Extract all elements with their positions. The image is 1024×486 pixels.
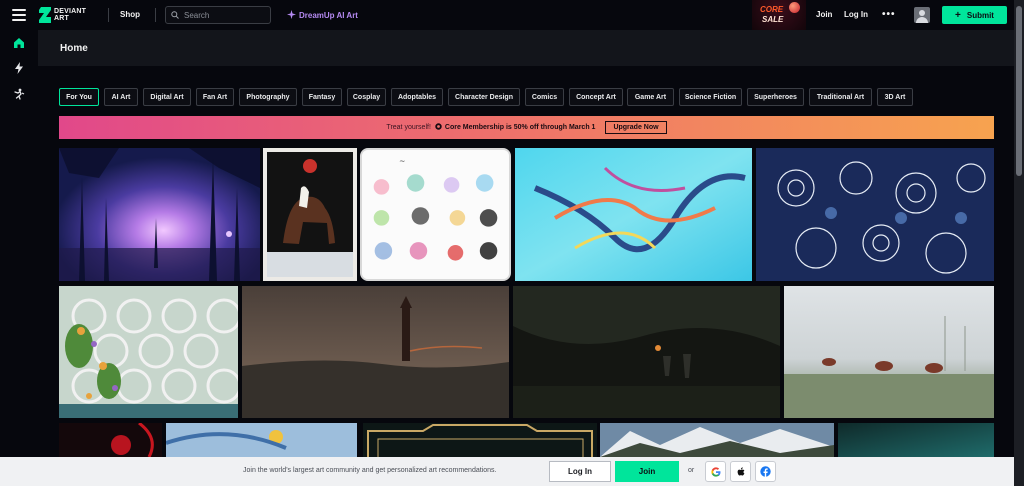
upgrade-now-button[interactable]: Upgrade Now: [605, 121, 667, 134]
category-pill-superheroes[interactable]: Superheroes: [747, 88, 804, 106]
banner-intro: Treat yourself!: [386, 124, 431, 131]
category-pill-ai-art[interactable]: AI Art: [104, 88, 138, 106]
category-pill-photography[interactable]: Photography: [239, 88, 297, 106]
dreamup-label: DreamUp AI Art: [299, 11, 358, 20]
bottom-login-button[interactable]: Log In: [549, 461, 611, 482]
home-icon[interactable]: [13, 36, 25, 48]
category-pill-fantasy[interactable]: Fantasy: [302, 88, 342, 106]
top-navigation-bar: DEVIANT ART Shop DreamUp AI Art CORE SAL…: [0, 0, 1014, 30]
promo-orb-icon: [789, 2, 800, 13]
core-membership-banner: Treat yourself! Core Membership is 50% o…: [59, 116, 994, 139]
artwork-lighthouse-sea[interactable]: [242, 286, 509, 418]
submit-button[interactable]: + Submit: [942, 6, 1007, 24]
lightning-icon[interactable]: [13, 61, 25, 74]
core-badge-icon: [435, 123, 442, 132]
banner-offer: Core Membership is 50% off through March…: [444, 124, 596, 131]
artwork-misty-forest[interactable]: [59, 148, 260, 281]
svg-text:~: ~: [399, 157, 406, 166]
category-pill-game-art[interactable]: Game Art: [627, 88, 674, 106]
dreamup-link[interactable]: DreamUp AI Art: [287, 10, 358, 21]
deviantart-logo[interactable]: DEVIANT ART: [39, 7, 86, 23]
or-separator: or: [688, 467, 695, 474]
artwork-snowy-mountains[interactable]: [600, 423, 834, 457]
artwork-fractal-pattern[interactable]: [756, 148, 994, 281]
facebook-icon[interactable]: [755, 461, 776, 482]
category-pill-3d-art[interactable]: 3D Art: [877, 88, 913, 106]
menu-icon[interactable]: [12, 9, 26, 21]
artwork-horse-painting[interactable]: [263, 148, 357, 281]
artwork-flower-lattice[interactable]: [59, 286, 238, 418]
sparkle-icon: [287, 10, 296, 21]
more-options-icon[interactable]: •••: [882, 9, 896, 20]
search-input[interactable]: [184, 10, 268, 20]
bottom-join-button[interactable]: Join: [615, 461, 679, 482]
artwork-dragon-adoptables-sheet[interactable]: ~: [360, 148, 511, 281]
category-pill-adoptables[interactable]: Adoptables: [391, 88, 443, 106]
avatar[interactable]: [914, 7, 930, 23]
page-scrollbar[interactable]: [1014, 0, 1024, 486]
plus-icon: +: [955, 9, 961, 21]
join-link[interactable]: Join: [816, 10, 832, 19]
category-pill-fan-art[interactable]: Fan Art: [196, 88, 234, 106]
page-header: Home: [38, 30, 1014, 66]
category-pill-cosplay[interactable]: Cosplay: [347, 88, 386, 106]
category-pill-traditional-art[interactable]: Traditional Art: [809, 88, 872, 106]
promo-line-1: CORE: [760, 5, 784, 14]
search-icon: [171, 6, 179, 24]
watch-figure-icon[interactable]: [13, 87, 25, 100]
shop-link[interactable]: Shop: [120, 10, 140, 19]
promo-line-2: SALE: [762, 15, 784, 24]
search-box[interactable]: [165, 6, 271, 24]
deviantart-logo-icon: [39, 7, 51, 23]
category-pill-character-design[interactable]: Character Design: [448, 88, 520, 106]
category-pill-for-you[interactable]: For You: [59, 88, 99, 106]
artwork-art-deco-frame[interactable]: [363, 423, 597, 457]
page-title: Home: [60, 43, 88, 54]
artwork-abstract-swirls[interactable]: [515, 148, 752, 281]
login-link[interactable]: Log In: [844, 10, 868, 19]
category-pill-concept-art[interactable]: Concept Art: [569, 88, 623, 106]
logo-line-2: ART: [54, 15, 69, 22]
artwork-teal-abstract[interactable]: [838, 423, 994, 457]
logo-wordmark: DEVIANT ART: [54, 8, 86, 22]
google-icon[interactable]: [705, 461, 726, 482]
artwork-dark-woodland[interactable]: [513, 286, 780, 418]
divider: [108, 8, 109, 22]
artwork-blue-sketch[interactable]: [166, 423, 357, 457]
category-pill-digital-art[interactable]: Digital Art: [143, 88, 191, 106]
submit-label: Submit: [966, 10, 994, 20]
join-prompt-message: Join the world's largest art community a…: [243, 467, 497, 474]
category-pill-science-fiction[interactable]: Science Fiction: [679, 88, 742, 106]
artwork-spider-hero[interactable]: [59, 423, 162, 457]
logo-line-1: DEVIANT: [54, 8, 87, 15]
divider: [155, 8, 156, 22]
core-sale-promo[interactable]: CORE SALE: [752, 0, 806, 30]
artwork-horses-in-fog[interactable]: [784, 286, 994, 418]
join-prompt-bar: Join the world's largest art community a…: [0, 457, 1014, 486]
apple-icon[interactable]: [730, 461, 751, 482]
category-pill-comics[interactable]: Comics: [525, 88, 564, 106]
scrollbar-thumb[interactable]: [1016, 6, 1022, 176]
